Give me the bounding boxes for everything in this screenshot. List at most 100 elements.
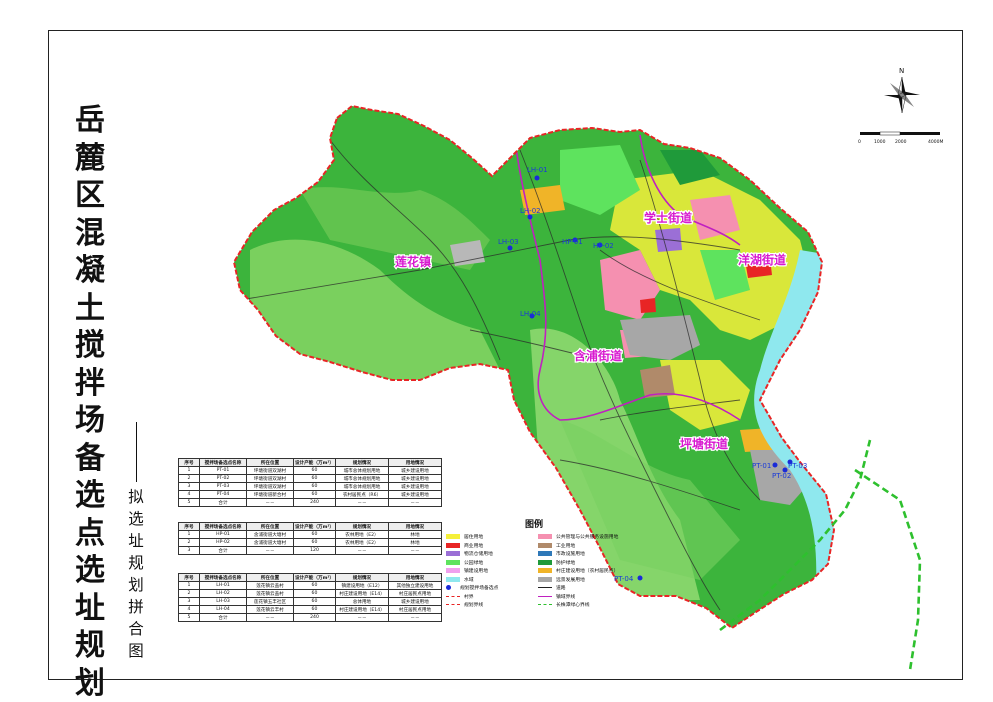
table-header-cell: 所在位置 (246, 458, 294, 467)
table-cell: 含浦街道大塘村 (246, 530, 294, 539)
legend-label: 规划搅拌场备选点 (460, 586, 499, 591)
legend-swatch (446, 576, 460, 582)
table-header-cell: 用地情况 (387, 522, 442, 531)
legend-item: 道路 (538, 584, 622, 591)
scale-bar: 0 1000 2000 4000M (858, 131, 943, 145)
table-cell: 60 (293, 530, 336, 539)
table-cell: 60 (293, 466, 336, 475)
table-cell: PT-01 (199, 466, 247, 475)
table-row: 4 LH-04 莲花镇云丰村 60 村庄建设用地（E14） 村庄居民点用地 (178, 605, 442, 614)
table-cell: 村庄建设用地（E14） (334, 605, 389, 614)
table-row: 3 LH-03 莲花镇五丰社区 60 总体用地 城乡建设用地 (178, 597, 442, 606)
table-cell: 1 (178, 581, 200, 590)
district-label: 含浦街道 (574, 348, 622, 363)
legend-label: 公共管理与公共服务设施用地 (556, 535, 619, 540)
legend-label: 水域 (464, 577, 474, 583)
north-arrow: N (884, 67, 920, 114)
site-marker[interactable] (507, 245, 513, 251)
legend-item: 水域 (446, 576, 530, 583)
table-cell: －－ (387, 498, 442, 507)
table-cell: 城乡建设用地 (387, 474, 442, 483)
table-header-cell: 规划情况 (334, 522, 389, 531)
site-marker[interactable] (527, 214, 533, 220)
district-label: 坪塘街道 (680, 436, 728, 451)
legend-label: 远景发展用地 (556, 577, 585, 583)
legend-swatch (538, 595, 552, 597)
legend-label: 防护绿地 (556, 560, 576, 566)
legend-swatch (538, 568, 552, 573)
table-cell: 2 (178, 589, 200, 598)
table-cell: 3 (178, 546, 200, 555)
table-cell: HP-02 (199, 538, 247, 547)
table-row: 1 LH-01 莲花镇云盖村 60 镇建设用地（E12） 其他独立建设用地 (178, 581, 442, 590)
table-cell: LH-04 (199, 605, 247, 614)
scale-tick: 2000 (895, 139, 907, 145)
legend-label: 物流仓储用地 (464, 552, 493, 557)
table-cell: 城乡建设用地 (387, 482, 442, 491)
table-cell: 60 (293, 482, 336, 491)
site-marker[interactable] (637, 575, 643, 581)
legend-swatch (446, 551, 460, 556)
table-cell: 坪塘街道双湖村 (246, 482, 294, 491)
commercial-zone (640, 298, 656, 313)
legend-swatch (538, 559, 552, 565)
legend-item: 物流仓储用地 (446, 550, 530, 557)
table-cell: 2 (178, 474, 200, 483)
site-label: PT-01 (752, 462, 771, 470)
table-header-cell: 序号 (178, 522, 200, 531)
legend-item: 防护绿地 (538, 559, 622, 566)
legend-item: 规划搅拌场备选点 (446, 584, 530, 591)
site-label: LH-01 (527, 166, 548, 174)
table-cell: LH-02 (199, 589, 247, 598)
site-label: PT-03 (788, 462, 807, 470)
table-cell: 5 (178, 613, 200, 622)
scale-tick: 0 (858, 139, 861, 145)
legend-label: 村庄建设用地（农村居民点） (556, 569, 619, 574)
table-header-cell: 用地情况 (387, 573, 442, 582)
table-cell: 村庄居民点用地 (387, 605, 442, 614)
legend-label: 镇建设用地 (464, 569, 488, 574)
table-cell: －－ (246, 546, 294, 555)
site-table-pingtang: 序号 搅拌场备选点名称 所在位置 设计产能（万m³） 规划情况 用地情况 1 PT-01 坪塘街… (178, 458, 442, 507)
legend-label: 市政设施用地 (556, 552, 585, 557)
table-cell: －－ (334, 546, 389, 555)
table-cell: 林地 (387, 538, 442, 547)
table-cell: 240 (293, 498, 336, 507)
table-cell: －－ (246, 613, 294, 622)
table-cell: 含浦街道大塘村 (246, 538, 294, 547)
scale-tick: 1000 (874, 139, 886, 145)
table-cell: 林地 (387, 530, 442, 539)
table-cell: 莲花镇云丰村 (246, 605, 294, 614)
site-label: LH-03 (498, 238, 519, 246)
district-label: 洋湖街道 (738, 252, 786, 267)
table-cell: LH-03 (199, 597, 247, 606)
table-cell: 60 (293, 581, 336, 590)
table-cell: 城乡建设用地 (387, 466, 442, 475)
table-header-cell: 设计产能（万m³） (293, 573, 336, 582)
table-cell: －－ (334, 498, 389, 507)
site-label: LH-04 (520, 310, 541, 318)
table-header-cell: 搅拌场备选点名称 (199, 573, 247, 582)
site-marker[interactable] (534, 175, 540, 181)
legend-label: 规划界线 (464, 603, 484, 608)
table-cell: 60 (293, 490, 336, 499)
table-cell: 坪塘街道双湖村 (246, 466, 294, 475)
table-row: 2 LH-02 莲花镇云盖村 60 村庄建设用地（E14） 村庄居民点用地 (178, 589, 442, 598)
table-cell: 60 (293, 474, 336, 483)
scale-tick: 4000M (928, 139, 943, 145)
legend-items: 居住用地 公共管理与公共服务设施用地 商业用地 工业用地 物流仓储用地 市政设施用地 公园绿… (446, 533, 622, 608)
site-marker[interactable] (772, 462, 778, 468)
table-cell: 村庄建设用地（E14） (334, 589, 389, 598)
legend-item: 镇建设用地 (446, 567, 530, 574)
table-cell: 60 (293, 605, 336, 614)
site-table-hanpu: 序号 搅拌场备选点名称 所在位置 设计产能（万m³） 规划情况 用地情况 1 HP-01 含浦街… (178, 522, 442, 555)
legend-label: 村界 (464, 594, 474, 600)
table-cell: 合计 (199, 546, 247, 555)
table-cell: －－ (387, 546, 442, 555)
table-header-cell: 搅拌场备选点名称 (199, 522, 247, 531)
legend-item: 商业用地 (446, 542, 530, 549)
table-cell: 240 (293, 613, 336, 622)
table-cell: 城市总体规划用地 (334, 482, 389, 491)
table-cell: 4 (178, 605, 200, 614)
table-cell: －－ (246, 498, 294, 507)
